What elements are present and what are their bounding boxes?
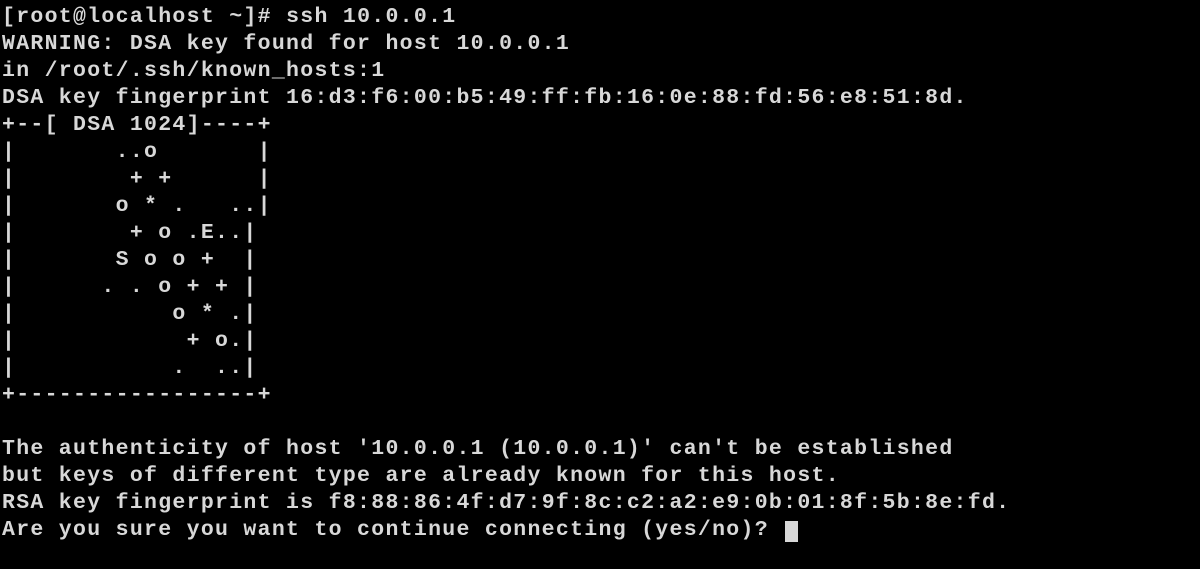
- dsa-fingerprint: 16:d3:f6:00:b5:49:ff:fb:16:0e:88:fd:56:e…: [286, 86, 968, 110]
- shell-prompt: [root@localhost ~]#: [2, 5, 286, 29]
- randomart-row: | + + |: [2, 167, 272, 191]
- randomart-row: | S o o + |: [2, 248, 258, 272]
- dsa-fingerprint-line: DSA key fingerprint 16:d3:f6:00:b5:49:ff…: [2, 86, 968, 110]
- auth-line-2: but keys of different type are already k…: [2, 464, 840, 488]
- randomart-row: | + o .E..|: [2, 221, 258, 245]
- warning-line-2: in /root/.ssh/known_hosts:1: [2, 59, 385, 83]
- cursor: [785, 521, 798, 543]
- randomart-row: | . . o + + |: [2, 275, 258, 299]
- prompt-cwd: ~: [229, 5, 243, 29]
- continue-prompt[interactable]: Are you sure you want to continue connec…: [2, 518, 783, 542]
- prompt-user: root: [16, 5, 73, 29]
- randomart-row: | . ..|: [2, 356, 258, 380]
- command-text: ssh 10.0.0.1: [286, 5, 456, 29]
- warning-line-1: WARNING: DSA key found for host 10.0.0.1: [2, 32, 570, 56]
- terminal-output[interactable]: [root@localhost ~]# ssh 10.0.0.1 WARNING…: [0, 0, 1200, 548]
- auth-line-1: The authenticity of host '10.0.0.1 (10.0…: [2, 437, 954, 461]
- randomart-row: | o * .|: [2, 302, 258, 326]
- randomart-footer: +-----------------+: [2, 383, 272, 407]
- rsa-label: RSA key fingerprint is: [2, 491, 314, 515]
- prompt-symbol: #: [258, 5, 272, 29]
- randomart-row: | o * . ..|: [2, 194, 272, 218]
- randomart-header: +--[ DSA 1024]----+: [2, 113, 272, 137]
- dsa-label: DSA key fingerprint: [2, 86, 272, 110]
- randomart-row: | + o.|: [2, 329, 258, 353]
- prompt-host: localhost: [87, 5, 215, 29]
- rsa-fingerprint: f8:88:86:4f:d7:9f:8c:c2:a2:e9:0b:01:8f:5…: [329, 491, 1011, 515]
- rsa-fingerprint-line: RSA key fingerprint is f8:88:86:4f:d7:9f…: [2, 491, 1010, 515]
- randomart-row: | ..o |: [2, 140, 272, 164]
